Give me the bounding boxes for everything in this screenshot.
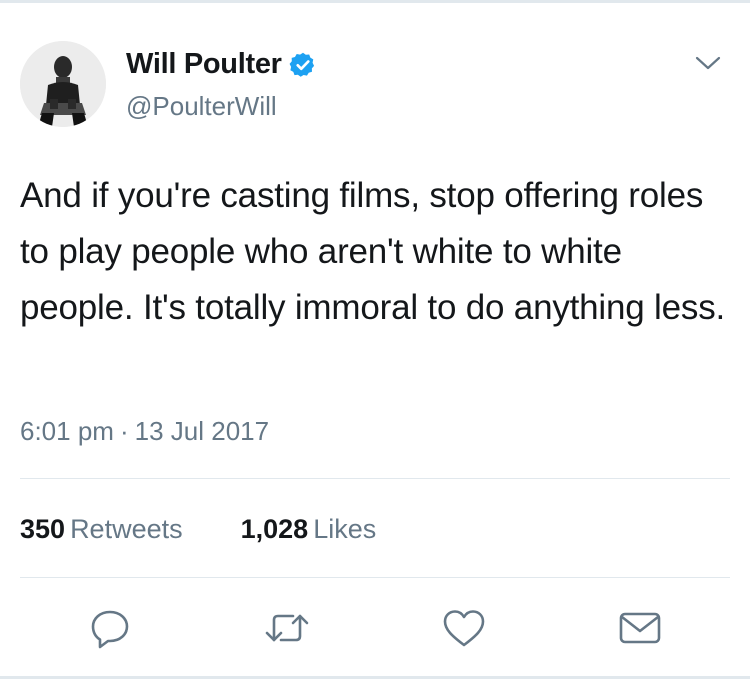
like-button[interactable] <box>436 600 492 656</box>
retweet-icon <box>265 614 309 642</box>
reply-icon <box>91 610 129 649</box>
share-dm-icon <box>619 612 661 644</box>
author-handle[interactable]: @PoulterWill <box>126 91 277 122</box>
retweets-label: Retweets <box>70 514 183 544</box>
share-dm-button[interactable] <box>612 600 668 656</box>
retweets-stat[interactable]: 350 Retweets <box>20 514 183 545</box>
retweets-count: 350 <box>20 514 66 544</box>
likes-count: 1,028 <box>240 514 309 544</box>
avatar-photo <box>20 41 106 127</box>
author-display-name[interactable]: Will Poulter <box>126 48 282 81</box>
likes-stat[interactable]: 1,028 Likes <box>241 514 377 545</box>
tweet-text: And if you're casting films, stop offeri… <box>20 176 726 327</box>
likes-label: Likes <box>313 514 377 544</box>
tweet-menu-button[interactable] <box>692 51 724 75</box>
author-name-row[interactable]: Will Poulter <box>126 48 317 81</box>
tweet-timestamp: 6:01 pm · 13 Jul 2017 <box>20 416 269 447</box>
verified-badge-icon <box>289 51 317 79</box>
tweet-stats: 350 Retweets 1,028 Likes <box>20 514 434 545</box>
top-divider <box>0 0 750 3</box>
chevron-down-icon <box>695 56 721 70</box>
stats-bottom-divider <box>20 577 730 578</box>
tweet-time: 6:01 pm <box>20 416 114 446</box>
retweet-button[interactable] <box>259 600 315 656</box>
tweet-actions-bar <box>0 600 750 656</box>
reply-button[interactable] <box>82 600 138 656</box>
tweet-date: 13 Jul 2017 <box>134 416 270 446</box>
stats-top-divider <box>20 478 730 479</box>
timestamp-separator: · <box>119 416 129 446</box>
avatar[interactable] <box>20 41 106 127</box>
like-icon <box>443 610 485 647</box>
